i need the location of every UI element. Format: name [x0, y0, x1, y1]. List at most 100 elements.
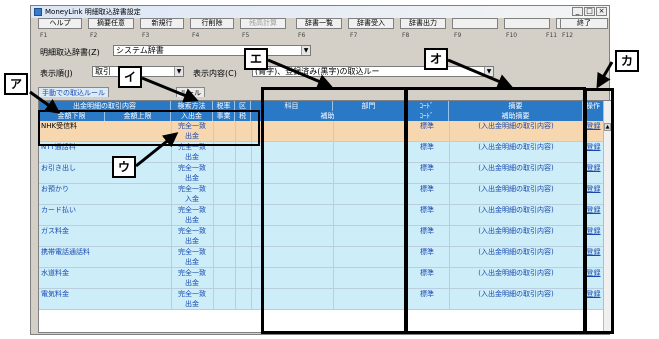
content-select-value: (青字)、登録済み(黒字)の取込ルー	[255, 67, 380, 76]
cell-content[interactable]: 電気料金	[41, 289, 169, 299]
column-divider	[235, 268, 236, 289]
fkey-label: F6	[298, 32, 306, 39]
fkey-label: F5	[242, 32, 250, 39]
column-divider	[251, 247, 252, 268]
exit-button[interactable]: 終了	[560, 18, 608, 29]
window-title: MoneyLink 明細取込辞書設定	[45, 8, 141, 16]
column-divider	[235, 226, 236, 247]
column-divider	[235, 289, 236, 310]
column-divider	[235, 205, 236, 226]
cell-io[interactable]: 出金	[171, 173, 213, 183]
cell-io[interactable]: 出金	[171, 152, 213, 162]
cell-io[interactable]: 出金	[171, 299, 213, 309]
column-divider	[213, 226, 214, 247]
cell-content[interactable]: お引き出し	[41, 163, 169, 173]
summary-button[interactable]: 摘要任意	[88, 18, 134, 29]
callout-e: エ	[244, 48, 268, 70]
dict-list-button[interactable]: 辞書一覧	[296, 18, 342, 29]
cell-content[interactable]: ガス料金	[41, 226, 169, 236]
f10-button[interactable]	[504, 18, 550, 29]
column-divider	[171, 289, 172, 310]
callout-a: ア	[4, 73, 28, 95]
column-divider	[251, 268, 252, 289]
cell-io[interactable]: 出金	[171, 215, 213, 225]
dict-import-button[interactable]: 辞書受入	[348, 18, 394, 29]
cell-method[interactable]: 完全一致	[171, 247, 213, 257]
order-label: 表示順(J)	[40, 69, 73, 78]
app-icon	[34, 8, 42, 16]
fkey-label: F10	[506, 32, 518, 39]
tab-manual-rules[interactable]: 手動での取込ルール	[38, 87, 109, 97]
column-divider	[235, 247, 236, 268]
dict-export-button[interactable]: 辞書出力	[400, 18, 446, 29]
cell-io[interactable]: 出金	[171, 257, 213, 267]
cell-method[interactable]: 完全一致	[171, 163, 213, 173]
fkey-label: F9	[454, 32, 462, 39]
chevron-down-icon: ▼	[174, 67, 183, 76]
chevron-down-icon: ▼	[301, 46, 310, 55]
column-divider	[213, 289, 214, 310]
cell-io[interactable]: 入金	[171, 194, 213, 204]
cell-content[interactable]: お預かり	[41, 184, 169, 194]
fkey-label: F1	[40, 32, 48, 39]
callout-u: ウ	[112, 156, 136, 178]
dict-select-value: システム辞書	[116, 46, 164, 55]
highlight-box-e	[261, 87, 407, 334]
cell-method[interactable]: 完全一致	[171, 205, 213, 215]
fkey-label: F4	[192, 32, 200, 39]
cell-content[interactable]: カード払い	[41, 205, 169, 215]
column-divider	[251, 205, 252, 226]
callout-o: オ	[424, 48, 448, 70]
close-icon[interactable]: ×	[596, 7, 607, 16]
highlight-box-ka	[584, 88, 614, 334]
cell-content[interactable]: 携帯電話通話料	[41, 247, 169, 257]
column-divider	[251, 226, 252, 247]
title-bar: MoneyLink 明細取込辞書設定 _ □ ×	[31, 6, 609, 18]
column-divider	[251, 184, 252, 205]
cell-io[interactable]: 出金	[171, 236, 213, 246]
cell-method[interactable]: 完全一致	[171, 184, 213, 194]
column-divider	[213, 247, 214, 268]
dict-select[interactable]: システム辞書 ▼	[113, 45, 311, 56]
fkey-label: F2	[90, 32, 98, 39]
f9-button[interactable]	[452, 18, 498, 29]
column-divider	[171, 268, 172, 289]
column-divider	[171, 184, 172, 205]
stage: { "window": { "title": "MoneyLink 明細取込辞書…	[0, 0, 659, 339]
column-divider	[171, 226, 172, 247]
column-divider	[251, 289, 252, 310]
order-select-value: 取引	[95, 67, 111, 76]
column-divider	[251, 163, 252, 184]
fkey-label: F3	[142, 32, 150, 39]
cell-content[interactable]: 水道料金	[41, 268, 169, 278]
balance-calc-button[interactable]: 残高計算	[240, 18, 286, 29]
help-button[interactable]: ヘルプ	[38, 18, 82, 29]
delete-row-button[interactable]: 行削除	[190, 18, 234, 29]
content-label: 表示内容(C)	[193, 69, 237, 78]
content-select[interactable]: (青字)、登録済み(黒字)の取込ルー ▼	[252, 66, 494, 77]
highlight-row	[38, 110, 260, 146]
cell-method[interactable]: 完全一致	[171, 226, 213, 236]
column-divider	[171, 163, 172, 184]
cell-method[interactable]: 完全一致	[171, 268, 213, 278]
callout-i: イ	[118, 66, 142, 88]
highlight-box-o	[405, 87, 586, 334]
maximize-icon[interactable]: □	[584, 7, 595, 16]
column-divider	[213, 163, 214, 184]
column-divider	[213, 205, 214, 226]
cell-method[interactable]: 完全一致	[171, 289, 213, 299]
new-row-button[interactable]: 新規行	[140, 18, 184, 29]
column-divider	[235, 184, 236, 205]
dict-label: 明細取込辞書(Z)	[40, 48, 100, 57]
minimize-icon[interactable]: _	[572, 7, 583, 16]
chevron-down-icon: ▼	[484, 67, 493, 76]
column-divider	[213, 268, 214, 289]
callout-ka: カ	[615, 50, 639, 72]
column-divider	[213, 184, 214, 205]
tab-rules[interactable]: ルール	[176, 87, 205, 97]
column-divider	[171, 247, 172, 268]
fkey-label: F11	[546, 32, 558, 39]
column-divider	[235, 163, 236, 184]
fkey-label: F7	[350, 32, 358, 39]
cell-io[interactable]: 出金	[171, 278, 213, 288]
